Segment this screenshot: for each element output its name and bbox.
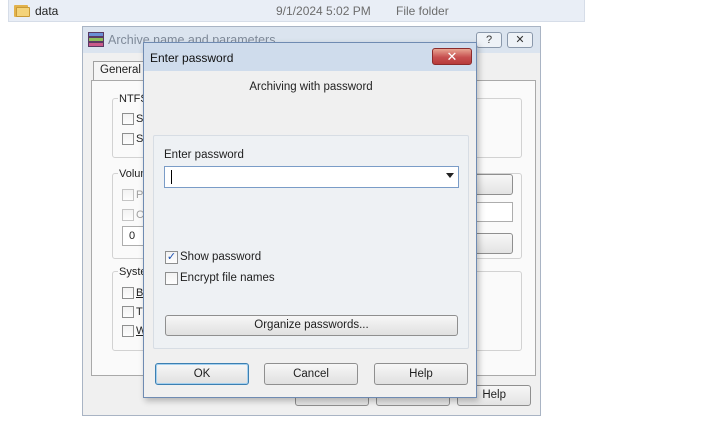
volume-option-checkbox[interactable] <box>122 209 134 221</box>
ntfs-option-checkbox[interactable] <box>122 113 134 125</box>
file-type: File folder <box>396 4 449 18</box>
chevron-down-icon[interactable] <box>446 173 454 178</box>
enter-password-dialog: Enter password ✕ Archiving with password… <box>143 42 477 398</box>
volume-option-checkbox[interactable] <box>122 189 134 201</box>
volume-number-value: 0 <box>129 230 136 242</box>
file-date: 9/1/2024 5:02 PM <box>276 4 371 18</box>
password-dialog-titlebar: Enter password ✕ <box>144 43 476 71</box>
ntfs-option-checkbox[interactable] <box>122 133 134 145</box>
tab-general[interactable]: General <box>93 61 148 81</box>
encrypt-file-names-label: Encrypt file names <box>180 272 275 284</box>
password-field-label: Enter password <box>164 149 244 161</box>
password-dialog-title: Enter password <box>150 51 234 65</box>
ok-button[interactable]: OK <box>155 363 249 385</box>
close-title-button[interactable]: ✕ <box>507 32 533 48</box>
file-name: data <box>35 4 59 18</box>
volume-set-button[interactable] <box>472 174 513 195</box>
organize-passwords-button[interactable]: Organize passwords... <box>165 315 458 336</box>
help-title-button[interactable]: ? <box>476 32 502 48</box>
close-icon: ✕ <box>446 49 458 64</box>
show-password-label: Show password <box>180 251 262 263</box>
file-list-row[interactable]: data 9/1/2024 5:02 PM File folder <box>8 0 585 22</box>
volume-save-button[interactable] <box>472 233 513 254</box>
password-dialog-subtitle: Archiving with password <box>249 81 373 93</box>
show-password-checkbox[interactable]: ✓ <box>165 251 178 264</box>
cancel-button[interactable]: Cancel <box>264 363 358 385</box>
system-option-checkbox[interactable] <box>122 306 134 318</box>
winrar-icon <box>88 32 104 48</box>
system-option-checkbox[interactable] <box>122 325 134 337</box>
close-button[interactable]: ✕ <box>432 48 472 65</box>
text-caret <box>171 170 172 184</box>
password-input[interactable] <box>164 166 459 188</box>
volume-size-field[interactable] <box>472 202 513 222</box>
folder-icon <box>14 4 30 17</box>
system-option-label: T <box>136 306 143 318</box>
help-button[interactable]: Help <box>374 363 468 385</box>
encrypt-file-names-checkbox[interactable] <box>165 272 178 285</box>
system-option-checkbox[interactable] <box>122 287 134 299</box>
